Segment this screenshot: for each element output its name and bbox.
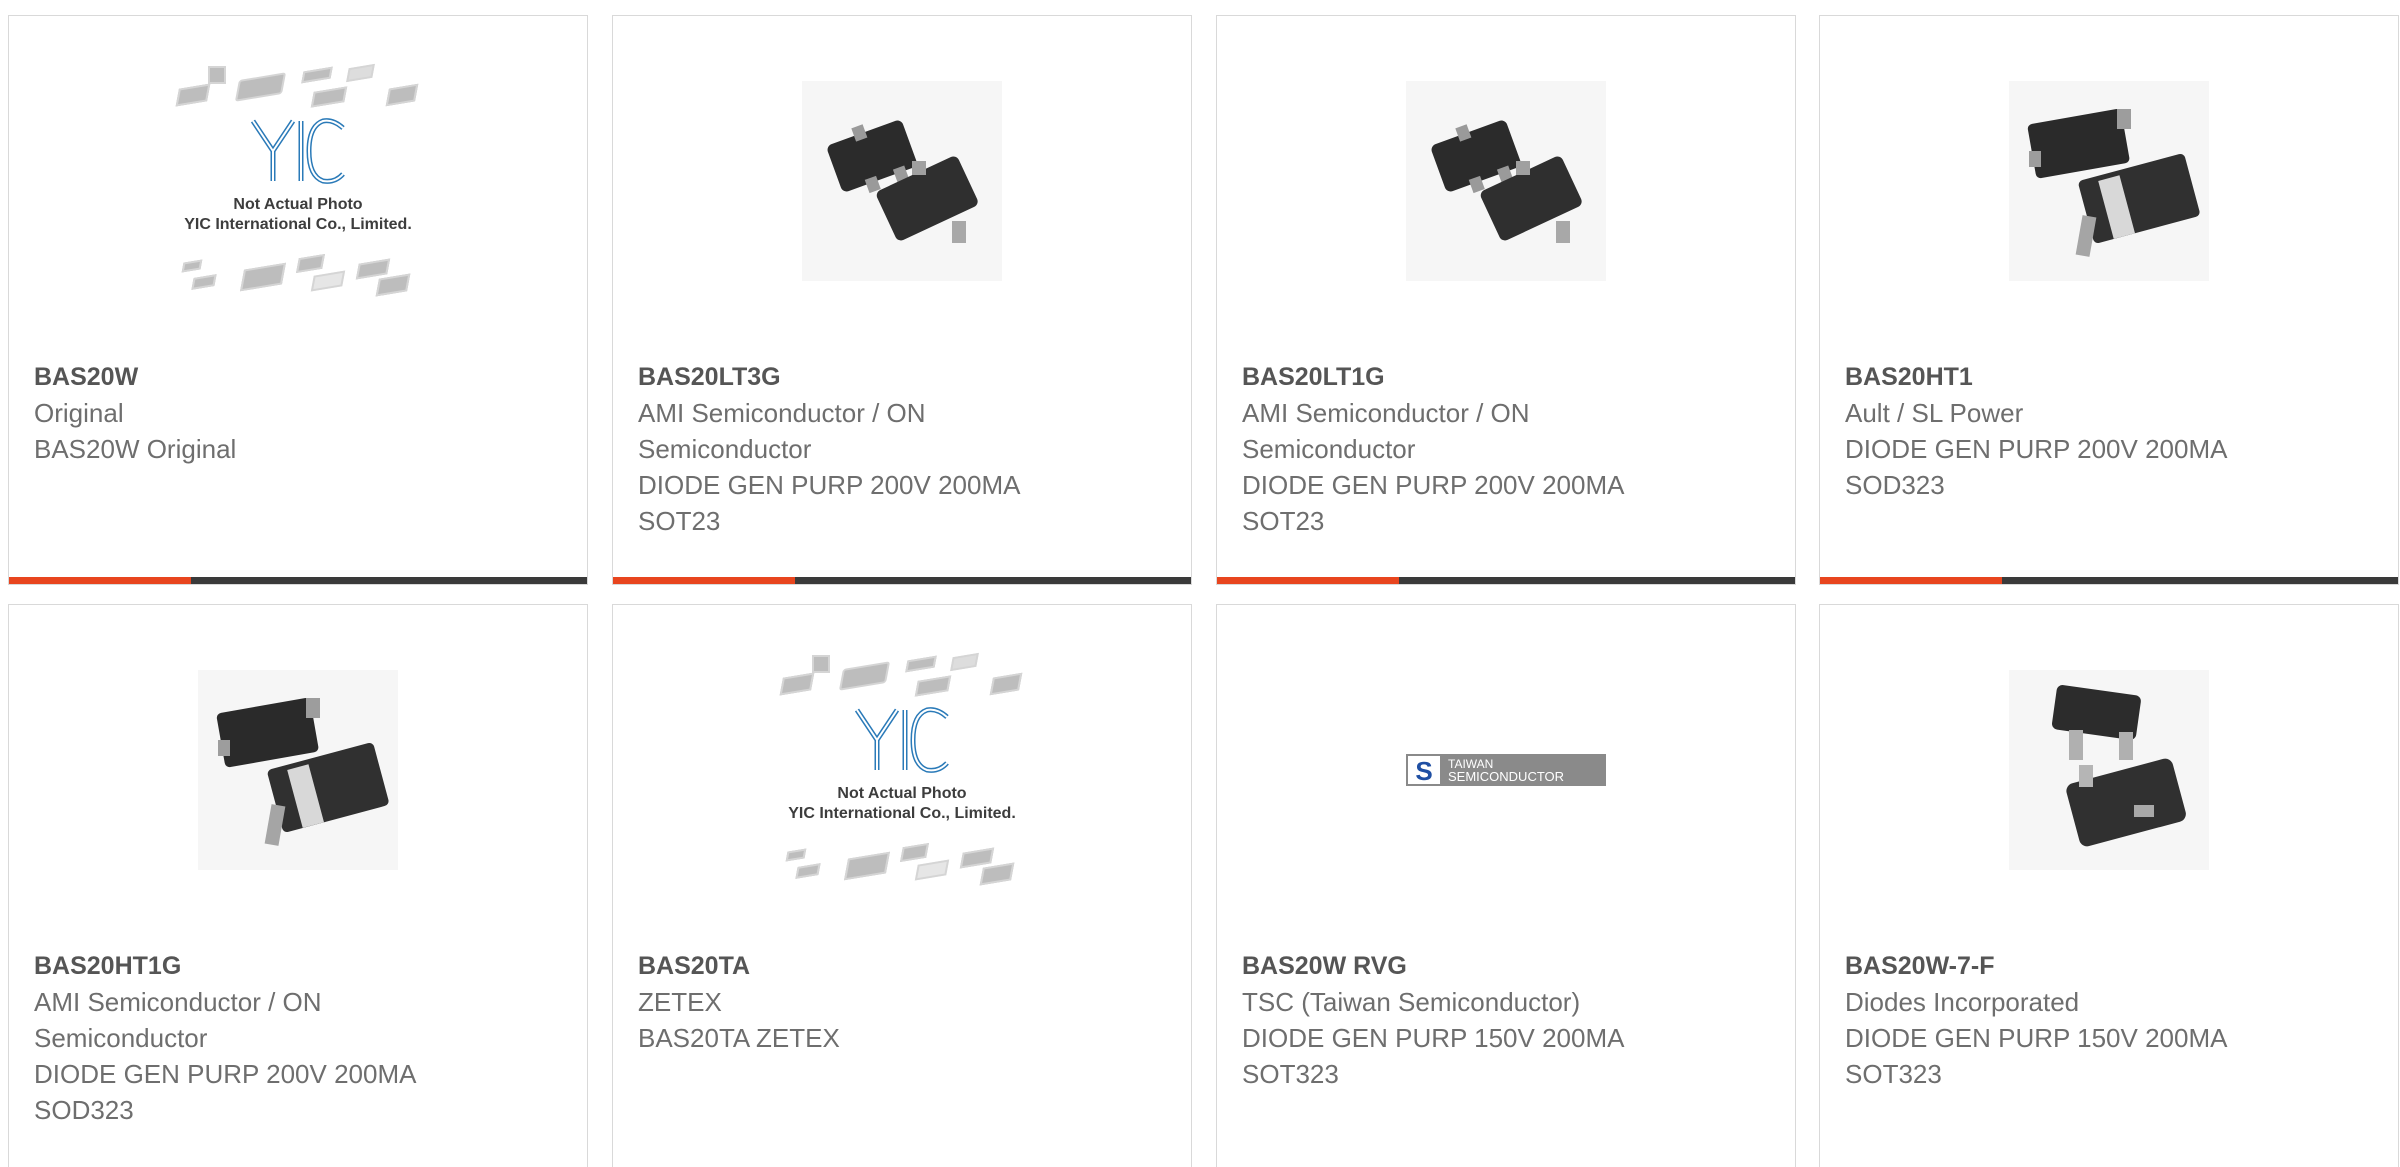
product-card[interactable]: BAS20HT1 Ault / SL Power DIODE GEN PURP … — [1819, 15, 2399, 585]
product-image[interactable] — [613, 16, 1191, 346]
product-detail: DIODE GEN PURP 200V 200MA — [34, 1059, 417, 1089]
product-detail: SOD323 — [34, 1095, 134, 1125]
sod323-package-image — [2009, 81, 2209, 281]
product-detail: AMI Semiconductor / ON — [638, 398, 926, 428]
product-detail: Semiconductor — [638, 434, 812, 464]
product-detail: SOT323 — [1242, 1059, 1339, 1089]
yic-logo — [243, 116, 353, 186]
product-detail: DIODE GEN PURP 150V 200MA — [1242, 1023, 1625, 1053]
product-detail: DIODE GEN PURP 200V 200MA — [1242, 470, 1625, 500]
part-number[interactable]: BAS20W-7-F — [1845, 948, 2378, 984]
product-image[interactable] — [1820, 605, 2398, 935]
svg-text:SEMICONDUCTOR: SEMICONDUCTOR — [1448, 769, 1564, 784]
card-bottom-bar — [613, 577, 1191, 584]
part-number[interactable]: BAS20LT1G — [1242, 359, 1775, 395]
product-image[interactable]: Not Actual Photo YIC International Co., … — [9, 16, 587, 346]
product-card[interactable]: Not Actual Photo YIC International Co., … — [612, 604, 1192, 1167]
product-detail: AMI Semiconductor / ON — [1242, 398, 1530, 428]
product-detail: SOT23 — [1242, 506, 1325, 536]
tsc-logo: S TAIWAN SEMICONDUCTOR — [1406, 750, 1606, 790]
product-detail: DIODE GEN PURP 150V 200MA — [1845, 1023, 2228, 1053]
product-detail: Semiconductor — [1242, 434, 1416, 464]
product-detail: AMI Semiconductor / ON — [34, 987, 322, 1017]
product-detail: DIODE GEN PURP 200V 200MA — [638, 470, 1021, 500]
product-detail: Original — [34, 398, 124, 428]
product-image[interactable] — [9, 605, 587, 935]
product-detail: DIODE GEN PURP 200V 200MA — [1845, 434, 2228, 464]
product-card[interactable]: Not Actual Photo YIC International Co., … — [8, 15, 588, 585]
part-number[interactable]: BAS20LT3G — [638, 359, 1171, 395]
product-image[interactable] — [1217, 16, 1795, 346]
product-image[interactable]: Not Actual Photo YIC International Co., … — [613, 605, 1191, 935]
sot323-package-image — [2009, 670, 2209, 870]
part-number[interactable]: BAS20W RVG — [1242, 948, 1775, 984]
product-card[interactable]: S TAIWAN SEMICONDUCTOR BAS20W RVG TSC (T… — [1216, 604, 1796, 1167]
yic-logo — [847, 705, 957, 775]
sot23-package-image — [802, 81, 1002, 281]
product-card[interactable]: BAS20HT1G AMI Semiconductor / ON Semicon… — [8, 604, 588, 1167]
product-card[interactable]: BAS20W-7-F Diodes Incorporated DIODE GEN… — [1819, 604, 2399, 1167]
product-detail: BAS20TA ZETEX — [638, 1023, 840, 1053]
product-detail: SOT323 — [1845, 1059, 1942, 1089]
part-number[interactable]: BAS20TA — [638, 948, 1171, 984]
part-number[interactable]: BAS20HT1 — [1845, 359, 2378, 395]
placeholder-image: Not Actual Photo YIC International Co., … — [163, 61, 433, 301]
product-detail: BAS20W Original — [34, 434, 237, 464]
product-detail: Ault / SL Power — [1845, 398, 2024, 428]
part-number[interactable]: BAS20HT1G — [34, 948, 567, 984]
sod323-package-image — [198, 670, 398, 870]
card-bottom-bar — [9, 577, 587, 584]
product-detail: Semiconductor — [34, 1023, 208, 1053]
product-detail: SOT23 — [638, 506, 721, 536]
product-detail: SOD323 — [1845, 470, 1945, 500]
part-number[interactable]: BAS20W — [34, 359, 567, 395]
product-detail: Diodes Incorporated — [1845, 987, 2080, 1017]
product-card[interactable]: BAS20LT3G AMI Semiconductor / ON Semicon… — [612, 15, 1192, 585]
product-detail: TSC (Taiwan Semiconductor) — [1242, 987, 1581, 1017]
product-image[interactable] — [1820, 16, 2398, 346]
svg-text:S: S — [1415, 756, 1432, 786]
sot23-package-image — [1406, 81, 1606, 281]
card-bottom-bar — [1820, 577, 2398, 584]
card-bottom-bar — [1217, 577, 1795, 584]
placeholder-image: Not Actual Photo YIC International Co., … — [767, 650, 1037, 890]
product-card[interactable]: BAS20LT1G AMI Semiconductor / ON Semicon… — [1216, 15, 1796, 585]
product-grid: Not Actual Photo YIC International Co., … — [0, 0, 2400, 1167]
product-detail: ZETEX — [638, 987, 722, 1017]
product-image[interactable]: S TAIWAN SEMICONDUCTOR — [1217, 605, 1795, 935]
